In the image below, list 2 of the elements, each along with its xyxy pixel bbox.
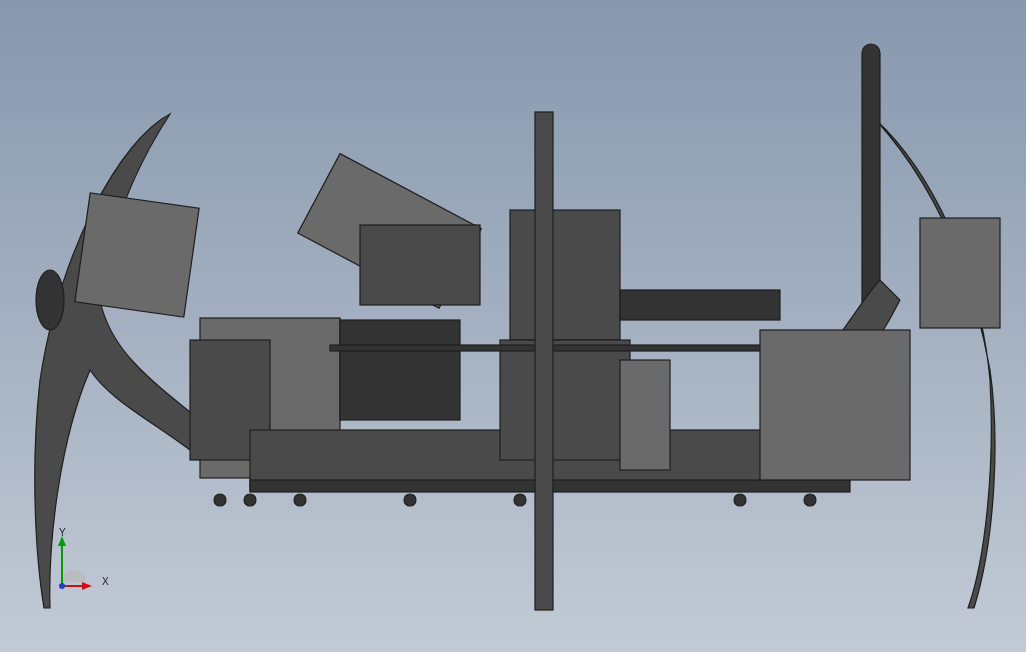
- axis-label: X: [102, 577, 109, 587]
- axis-label: Y: [59, 528, 66, 538]
